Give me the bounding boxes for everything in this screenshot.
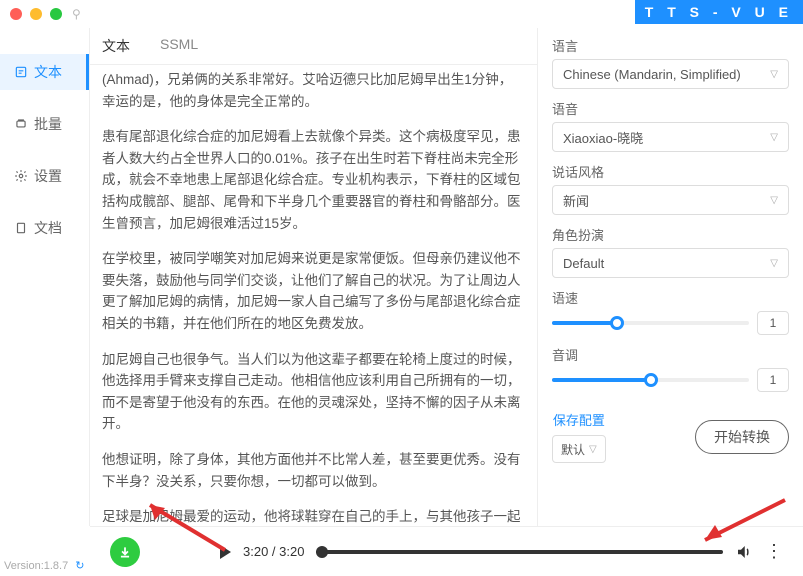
- chevron-down-icon: ▽: [770, 195, 778, 206]
- chevron-down-icon: ▽: [770, 69, 778, 80]
- paragraph: 他想证明，除了身体，其他方面他并不比常人差，甚至要更优秀。没有下半身？没关系，只…: [102, 449, 525, 492]
- minimize-window[interactable]: [30, 8, 42, 20]
- paragraph: 加尼姆自己也很争气。当人们以为他这辈子都要在轮椅上度过的时候，他选择用手臂来支撑…: [102, 349, 525, 435]
- sidebar-item-label: 文本: [34, 62, 62, 82]
- paragraph: 足球是加尼姆最爱的运动，他将球鞋穿在自己的手上，与其他孩子一起踢球。潜水、滑板、…: [102, 506, 525, 526]
- sidebar-item-batch[interactable]: 批量: [0, 106, 89, 142]
- tab-ssml[interactable]: SSML: [160, 36, 198, 56]
- text-icon: [14, 65, 28, 79]
- style-label: 说话风格: [552, 162, 789, 181]
- app-brand: T T S - V U E: [635, 0, 803, 24]
- chevron-down-icon: ▽: [770, 132, 778, 143]
- language-value: Chinese (Mandarin, Simplified): [563, 67, 741, 82]
- speed-slider[interactable]: [552, 321, 749, 325]
- download-button[interactable]: [110, 537, 140, 567]
- text-editor[interactable]: (Ahmad)，兄弟俩的关系非常好。艾哈迈德只比加尼姆早出生1分钟，幸运的是，他…: [90, 65, 537, 526]
- tab-text[interactable]: 文本: [102, 36, 130, 56]
- role-value: Default: [563, 256, 604, 271]
- sidebar-item-label: 设置: [34, 166, 62, 186]
- batch-icon: [14, 117, 28, 131]
- role-select[interactable]: Default ▽: [552, 248, 789, 278]
- speed-label: 语速: [552, 288, 789, 307]
- save-config-link[interactable]: 保存配置: [552, 410, 606, 429]
- docs-icon: [14, 221, 28, 235]
- play-button[interactable]: [220, 545, 231, 559]
- refresh-icon[interactable]: ↻: [75, 560, 84, 572]
- gear-icon: [14, 169, 28, 183]
- pitch-slider[interactable]: [552, 378, 749, 382]
- role-label: 角色扮演: [552, 225, 789, 244]
- paragraph: 在学校里，被同学嘲笑对加尼姆来说更是家常便饭。但母亲仍建议他不要失落，鼓励他与同…: [102, 248, 525, 334]
- pitch-value[interactable]: 1: [757, 368, 789, 392]
- more-menu[interactable]: ⋮: [765, 541, 783, 562]
- voice-label: 语音: [552, 99, 789, 118]
- language-label: 语言: [552, 36, 789, 55]
- paragraph: (Ahmad)，兄弟俩的关系非常好。艾哈迈德只比加尼姆早出生1分钟，幸运的是，他…: [102, 69, 525, 112]
- maximize-window[interactable]: [50, 8, 62, 20]
- seek-bar[interactable]: [316, 550, 723, 554]
- start-convert-button[interactable]: 开始转换: [695, 420, 789, 454]
- preset-select[interactable]: 默认 ▽: [552, 435, 606, 463]
- sidebar-item-label: 批量: [34, 114, 62, 134]
- style-value: 新闻: [563, 191, 589, 210]
- pin-icon[interactable]: ⚲: [72, 7, 81, 21]
- language-select[interactable]: Chinese (Mandarin, Simplified) ▽: [552, 59, 789, 89]
- chevron-down-icon: ▽: [589, 444, 597, 455]
- speed-value[interactable]: 1: [757, 311, 789, 335]
- paragraph: 患有尾部退化综合症的加尼姆看上去就像个异类。这个病极度罕见，患者人数大约占全世界…: [102, 126, 525, 234]
- chevron-down-icon: ▽: [770, 258, 778, 269]
- close-window[interactable]: [10, 8, 22, 20]
- volume-button[interactable]: [735, 543, 753, 561]
- voice-value: Xiaoxiao-晓晓: [563, 128, 643, 147]
- sidebar-item-label: 文档: [34, 218, 62, 238]
- sidebar-item-settings[interactable]: 设置: [0, 158, 89, 194]
- pitch-label: 音调: [552, 345, 789, 364]
- voice-select[interactable]: Xiaoxiao-晓晓 ▽: [552, 122, 789, 152]
- style-select[interactable]: 新闻 ▽: [552, 185, 789, 215]
- sidebar-item-docs[interactable]: 文档: [0, 210, 89, 246]
- player-time: 3:20 / 3:20: [243, 544, 304, 559]
- sidebar-item-text[interactable]: 文本: [0, 54, 89, 90]
- version-label: Version:1.8.7: [4, 560, 68, 572]
